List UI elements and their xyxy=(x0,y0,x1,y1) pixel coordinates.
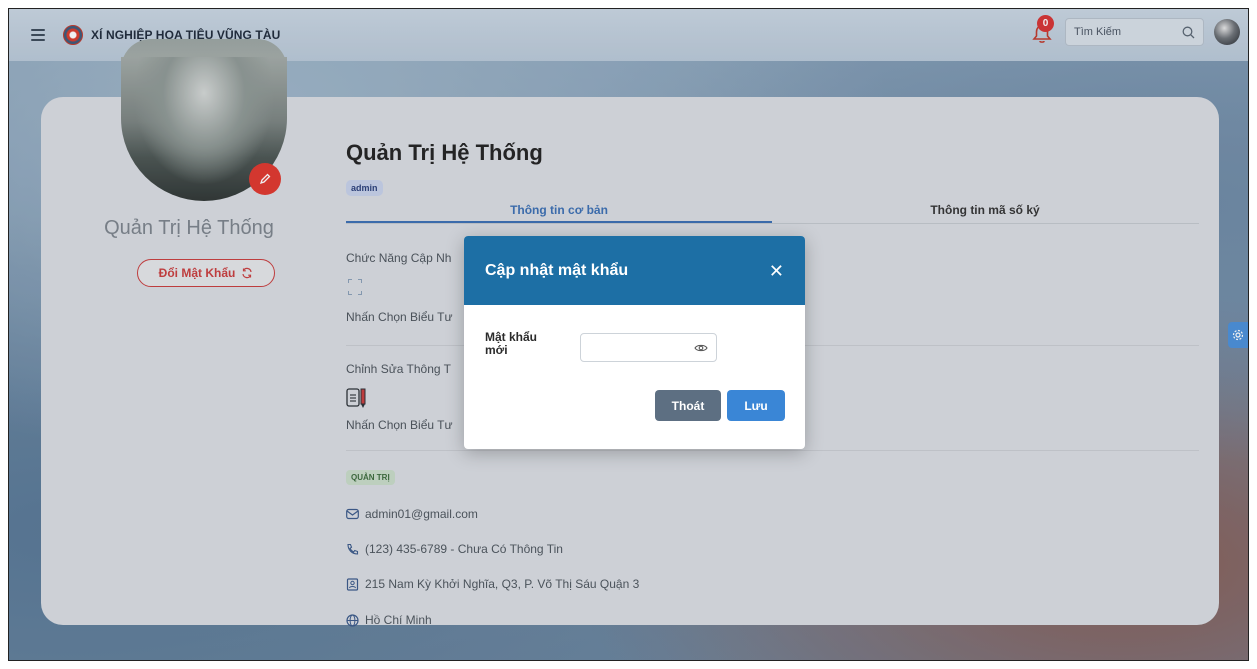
close-icon[interactable]: ✕ xyxy=(769,262,784,280)
modal-header: Cập nhật mật khẩu ✕ xyxy=(464,236,805,305)
new-password-field xyxy=(580,333,717,362)
eye-icon[interactable] xyxy=(694,343,708,353)
exit-button[interactable]: Thoát xyxy=(655,390,721,421)
new-password-input[interactable] xyxy=(589,340,694,355)
save-button[interactable]: Lưu xyxy=(727,390,785,421)
app-window: XÍ NGHIỆP HOA TIÊU VŨNG TÀU 0 Tìm Kiếm Q… xyxy=(8,8,1249,661)
update-password-modal: Cập nhật mật khẩu ✕ Mật khẩu mới Thoát L… xyxy=(464,236,805,449)
modal-title: Cập nhật mật khẩu xyxy=(485,261,629,279)
new-password-label: Mật khẩu mới xyxy=(485,330,538,357)
